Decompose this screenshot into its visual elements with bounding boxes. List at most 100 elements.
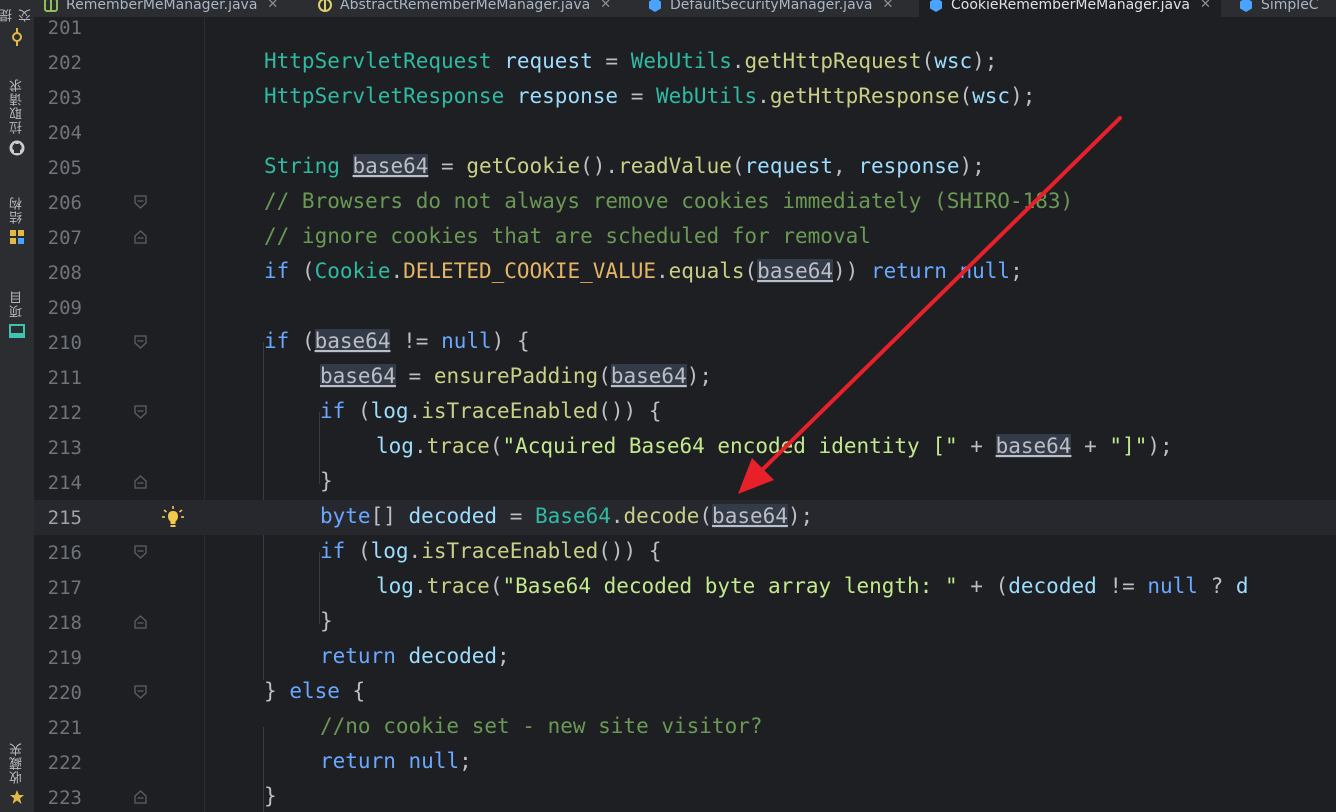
structure-tool[interactable]: 结构 (0, 196, 34, 244)
code-line: 223 } (34, 780, 1336, 812)
code-text[interactable]: HttpServletRequest request = WebUtils.ge… (264, 49, 997, 73)
code-line: 221 //no cookie set - new site visitor? (34, 710, 1336, 745)
tab-label: DefaultSecurityManager.java (670, 0, 873, 13)
close-icon[interactable]: ✕ (267, 0, 278, 12)
tab-label: AbstractRememberMeManager.java (340, 0, 591, 13)
line-number: 214 (47, 472, 82, 494)
comment-text[interactable]: // ignore cookies that are scheduled for… (264, 224, 871, 248)
comment-text[interactable]: // Browsers do not always remove cookies… (264, 189, 1073, 213)
code-line: 203 HttpServletResponse response = WebUt… (34, 80, 1336, 115)
structure-icon (10, 230, 24, 244)
close-icon[interactable]: ✕ (600, 0, 611, 12)
code-line: 217 log.trace("Base64 decoded byte array… (34, 570, 1336, 605)
code-line: 211 base64 = ensurePadding(base64); (34, 360, 1336, 395)
line-number: 206 (47, 192, 82, 214)
current-code-line: 215 byte[] decoded = Base64.decode(base6… (34, 500, 1336, 535)
code-text[interactable]: base64 = ensurePadding(base64); (320, 364, 712, 388)
tab-abstract-remember-me-manager[interactable]: AbstractRememberMeManager.java ✕ (318, 0, 611, 17)
lightbulb-icon[interactable] (162, 506, 184, 530)
code-editor[interactable]: 201 202 HttpServletRequest request = Web… (34, 17, 1336, 812)
github-icon (9, 140, 25, 156)
fold-end-icon[interactable] (134, 615, 147, 629)
fold-end-icon[interactable] (134, 790, 147, 804)
close-icon[interactable]: ✕ (1200, 0, 1211, 12)
class-file-icon (930, 0, 942, 12)
line-number: 218 (47, 612, 82, 634)
tool-window-strip: 提交 拉取请求 结构 项目 收藏夹 (0, 0, 35, 812)
line-number: 203 (47, 87, 82, 109)
fold-start-icon[interactable] (134, 545, 147, 559)
comment-text[interactable]: //no cookie set - new site visitor? (320, 714, 763, 738)
tab-simple-c[interactable]: SimpleC (1239, 0, 1319, 17)
tab-cookie-remember-me-manager[interactable]: CookieRememberMeManager.java ✕ (919, 0, 1221, 17)
line-number: 215 (47, 507, 82, 529)
pull-requests-tool[interactable]: 拉取请求 (0, 78, 34, 156)
line-number: 216 (47, 542, 82, 564)
commit-icon (12, 28, 22, 46)
line-number: 220 (47, 682, 82, 704)
line-number: 223 (47, 787, 82, 809)
code-line: 202 HttpServletRequest request = WebUtil… (34, 45, 1336, 80)
fold-end-icon[interactable] (134, 230, 147, 244)
commit-label: 提交 (0, 8, 34, 22)
tab-label: RememberMeManager.java (66, 0, 258, 13)
code-text[interactable]: String base64 = getCookie().readValue(re… (264, 154, 985, 178)
code-text[interactable]: if (Cookie.DELETED_COOKIE_VALUE.equals(b… (264, 259, 1023, 283)
fold-start-icon[interactable] (134, 335, 147, 349)
code-line: 212 if (log.isTraceEnabled()) { (34, 395, 1336, 430)
line-number: 211 (47, 367, 82, 389)
code-text[interactable]: log.trace("Base64 decoded byte array len… (376, 574, 1249, 598)
code-line: 205 String base64 = getCookie().readValu… (34, 150, 1336, 185)
tab-default-security-manager[interactable]: DefaultSecurityManager.java ✕ (648, 0, 893, 17)
code-text[interactable]: } (320, 469, 333, 493)
code-line: 210 if (base64 != null) { (34, 325, 1336, 360)
line-number: 219 (47, 647, 82, 669)
code-line: 216 if (log.isTraceEnabled()) { (34, 535, 1336, 570)
fold-start-icon[interactable] (134, 405, 147, 419)
line-number: 221 (47, 717, 82, 739)
line-number: 222 (47, 752, 82, 774)
code-line: 201 (34, 17, 1336, 45)
code-text[interactable]: if (log.isTraceEnabled()) { (320, 399, 661, 423)
code-text[interactable]: byte[] decoded = Base64.decode(base64); (320, 504, 813, 528)
code-line: 207 // ignore cookies that are scheduled… (34, 220, 1336, 255)
line-number: 210 (47, 332, 82, 354)
class-file-icon (1240, 0, 1252, 12)
code-line: 218 } (34, 605, 1336, 640)
structure-label: 结构 (9, 196, 25, 224)
code-line: 214 } (34, 465, 1336, 500)
line-number: 208 (47, 262, 82, 284)
abstract-class-icon (318, 0, 332, 12)
fold-end-icon[interactable] (134, 475, 147, 489)
code-text[interactable]: } (264, 784, 277, 808)
close-icon[interactable]: ✕ (883, 0, 894, 12)
code-line: 222 return null; (34, 745, 1336, 780)
favorites-label: 收藏夹 (9, 742, 25, 784)
fold-start-icon[interactable] (134, 685, 147, 699)
star-icon (10, 790, 24, 804)
code-text[interactable]: } (320, 609, 333, 633)
code-line: 220 } else { (34, 675, 1336, 710)
pull-requests-label: 拉取请求 (9, 78, 25, 134)
project-tool[interactable]: 项目 (0, 290, 34, 338)
line-number: 207 (47, 227, 82, 249)
code-text[interactable]: return null; (320, 749, 472, 773)
code-text[interactable]: HttpServletResponse response = WebUtils.… (264, 84, 1035, 108)
code-line: 208 if (Cookie.DELETED_COOKIE_VALUE.equa… (34, 255, 1336, 290)
code-text[interactable]: if (base64 != null) { (264, 329, 530, 353)
tab-remember-me-manager[interactable]: RememberMeManager.java ✕ (44, 0, 278, 17)
code-text[interactable]: if (log.isTraceEnabled()) { (320, 539, 661, 563)
commit-tool[interactable]: 提交 (0, 0, 34, 46)
line-number: 201 (47, 17, 82, 39)
code-line: 204 (34, 115, 1336, 150)
project-label: 项目 (9, 290, 25, 318)
code-line: 206 // Browsers do not always remove coo… (34, 185, 1336, 220)
code-text[interactable]: } else { (264, 679, 365, 703)
code-line: 219 return decoded; (34, 640, 1336, 675)
code-text[interactable]: log.trace("Acquired Base64 encoded ident… (376, 434, 1173, 458)
code-text[interactable]: return decoded; (320, 644, 510, 668)
line-number: 204 (47, 122, 82, 144)
line-number: 213 (47, 437, 82, 459)
fold-start-icon[interactable] (134, 195, 147, 209)
favorites-tool[interactable]: 收藏夹 (0, 742, 34, 804)
